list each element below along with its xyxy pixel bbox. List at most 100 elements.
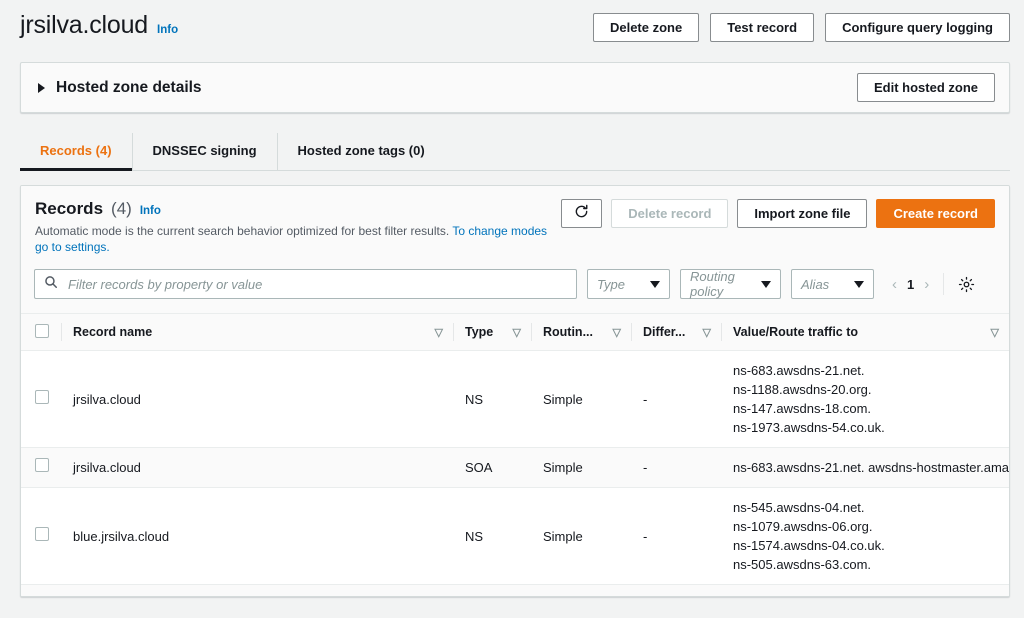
sort-icon[interactable]: ▽	[513, 326, 521, 339]
column-type[interactable]: Type ▽	[453, 314, 531, 351]
records-info-link[interactable]: Info	[140, 205, 161, 217]
routing-policy-filter-label: Routing policy	[690, 269, 751, 299]
cell-type: NS	[453, 488, 531, 585]
column-value-label: Value/Route traffic to	[733, 325, 858, 339]
column-record-name-label: Record name	[73, 325, 152, 339]
row-checkbox-cell	[21, 585, 61, 598]
tab-records[interactable]: Records (4)	[20, 133, 133, 170]
page-number-1[interactable]: 1	[907, 277, 914, 292]
records-table: Record name ▽ Type ▽ Routin... ▽	[21, 313, 1009, 597]
cell-value: ns-683.awsdns-21.net. awsdns-hostmaster.…	[721, 448, 1009, 488]
create-record-button[interactable]: Create record	[876, 199, 995, 228]
cell-routing-policy: Simple	[531, 488, 631, 585]
row-checkbox-cell	[21, 488, 61, 585]
records-panel: Records (4) Info Automatic mode is the c…	[20, 185, 1010, 597]
configure-query-logging-button[interactable]: Configure query logging	[825, 13, 1010, 42]
cell-record-name: jrsilva.cloud	[61, 448, 453, 488]
chevron-right-icon[interactable]	[38, 83, 45, 93]
tab-bar: Records (4) DNSSEC signing Hosted zone t…	[20, 133, 1010, 171]
sort-icon[interactable]: ▽	[703, 326, 711, 339]
records-panel-header: Records (4) Info Automatic mode is the c…	[21, 186, 1009, 265]
column-record-name[interactable]: Record name ▽	[61, 314, 453, 351]
select-all-checkbox[interactable]	[35, 324, 49, 338]
cell-differentiator: -	[631, 351, 721, 448]
hosted-zone-details-title: Hosted zone details	[56, 79, 202, 97]
records-description-text: Automatic mode is the current search beh…	[35, 224, 449, 238]
cell-record-name: jrsilva.cloud	[61, 351, 453, 448]
sort-icon[interactable]: ▽	[613, 326, 621, 339]
cell-type: NS	[453, 351, 531, 448]
import-zone-file-button[interactable]: Import zone file	[737, 199, 867, 228]
row-checkbox[interactable]	[35, 527, 49, 541]
table-row[interactable]: blue.jrsilva.cloud NS Simple - ns-545.aw…	[21, 488, 1009, 585]
records-filter-row: Type Routing policy Alias ‹ 1 ›	[21, 265, 1009, 313]
chevron-down-icon	[650, 281, 660, 288]
filter-records-input[interactable]	[66, 271, 567, 297]
search-icon	[44, 275, 58, 294]
records-title: Records	[35, 199, 103, 219]
select-all-header	[21, 314, 61, 351]
cell-value: ns-545.awsdns-04.net.ns-1079.awsdns-06.o…	[721, 488, 1009, 585]
chevron-down-icon	[854, 281, 864, 288]
table-row[interactable]: jrsilva.cloud SOA Simple - ns-683.awsdns…	[21, 448, 1009, 488]
records-table-body: jrsilva.cloud NS Simple - ns-683.awsdns-…	[21, 351, 1009, 598]
page-header: jrsilva.cloud Info Delete zone Test reco…	[0, 0, 1024, 52]
hosted-zone-details-panel: Hosted zone details Edit hosted zone	[20, 62, 1010, 113]
tab-dnssec-signing[interactable]: DNSSEC signing	[133, 133, 278, 170]
title-group: jrsilva.cloud Info	[20, 10, 178, 40]
cell-record-name: green.jrsilva.cloud	[61, 585, 453, 598]
records-count: (4)	[111, 199, 132, 219]
previous-page-icon[interactable]: ‹	[892, 276, 897, 293]
page-title: jrsilva.cloud	[20, 10, 148, 40]
pagination: ‹ 1 ›	[892, 273, 975, 295]
column-value-route-traffic-to[interactable]: Value/Route traffic to ▽	[721, 314, 1009, 351]
delete-zone-button[interactable]: Delete zone	[593, 13, 699, 42]
edit-hosted-zone-button[interactable]: Edit hosted zone	[857, 73, 995, 102]
column-routing-policy-label: Routin...	[543, 325, 593, 339]
test-record-button[interactable]: Test record	[710, 13, 814, 42]
row-checkbox[interactable]	[35, 458, 49, 472]
search-box[interactable]	[34, 269, 577, 299]
cell-routing-policy: Simple	[531, 448, 631, 488]
route53-hosted-zone-page: jrsilva.cloud Info Delete zone Test reco…	[0, 0, 1024, 618]
refresh-button[interactable]	[561, 199, 602, 228]
gear-icon	[958, 276, 975, 293]
hosted-zone-details-toggle[interactable]: Hosted zone details	[38, 79, 202, 97]
cell-routing-policy: Simple	[531, 585, 631, 598]
divider	[943, 273, 944, 295]
records-title-line: Records (4) Info	[35, 199, 561, 219]
column-routing-policy[interactable]: Routin... ▽	[531, 314, 631, 351]
cell-differentiator: -	[631, 488, 721, 585]
next-page-icon[interactable]: ›	[924, 276, 929, 293]
records-description: Automatic mode is the current search beh…	[35, 223, 561, 255]
cell-type: SOA	[453, 448, 531, 488]
header-info-link[interactable]: Info	[157, 24, 178, 36]
tab-hosted-zone-tags[interactable]: Hosted zone tags (0)	[278, 133, 445, 170]
chevron-down-icon	[761, 281, 771, 288]
records-heading-group: Records (4) Info Automatic mode is the c…	[35, 199, 561, 255]
cell-value: ns-1676.awsdns-17.co.uk.ns-299.awsdns-37…	[721, 585, 1009, 598]
row-checkbox-cell	[21, 448, 61, 488]
cell-differentiator: -	[631, 585, 721, 598]
table-row[interactable]: green.jrsilva.cloud NS Simple - ns-1676.…	[21, 585, 1009, 598]
type-filter-select[interactable]: Type	[587, 269, 670, 299]
table-header-row: Record name ▽ Type ▽ Routin... ▽	[21, 314, 1009, 351]
cell-record-name: blue.jrsilva.cloud	[61, 488, 453, 585]
alias-filter-label: Alias	[801, 277, 829, 292]
table-row[interactable]: jrsilva.cloud NS Simple - ns-683.awsdns-…	[21, 351, 1009, 448]
column-differentiator-label: Differ...	[643, 325, 685, 339]
delete-record-button[interactable]: Delete record	[611, 199, 728, 228]
cell-differentiator: -	[631, 448, 721, 488]
type-filter-label: Type	[597, 277, 625, 292]
row-checkbox[interactable]	[35, 390, 49, 404]
cell-type: NS	[453, 585, 531, 598]
sort-icon[interactable]: ▽	[991, 326, 999, 339]
cell-routing-policy: Simple	[531, 351, 631, 448]
row-checkbox-cell	[21, 351, 61, 448]
table-preferences-button[interactable]	[958, 276, 975, 293]
alias-filter-select[interactable]: Alias	[791, 269, 874, 299]
sort-icon[interactable]: ▽	[435, 326, 443, 339]
column-differentiator[interactable]: Differ... ▽	[631, 314, 721, 351]
routing-policy-filter-select[interactable]: Routing policy	[680, 269, 781, 299]
header-actions: Delete zone Test record Configure query …	[593, 10, 1010, 42]
